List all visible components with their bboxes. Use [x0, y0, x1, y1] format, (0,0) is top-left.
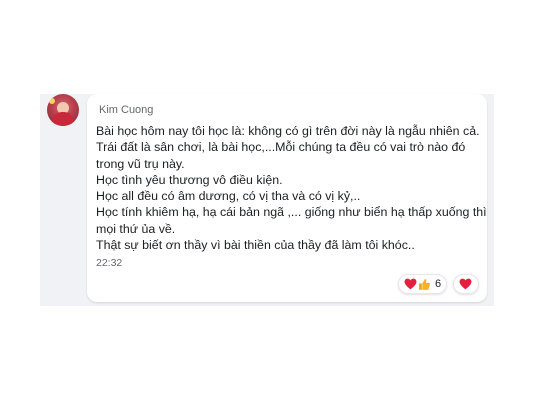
message-line: Học tính khiêm hạ, hạ cái bản ngã ,... g…	[96, 205, 487, 220]
author-name[interactable]: Kim Cuong	[99, 104, 153, 116]
message-line: Trái đất là sân chơi, là bài học,...Mỗi …	[96, 140, 466, 155]
message-line: Học tình yêu thương vô điều kiện.	[96, 172, 283, 187]
avatar[interactable]	[47, 94, 79, 126]
avatar-body	[52, 112, 74, 126]
comment-bubble[interactable]: Kim Cuong Bài học hôm nay tôi học là: kh…	[87, 94, 487, 302]
reactions-summary[interactable]: 6	[398, 274, 448, 294]
like-icon	[419, 278, 430, 290]
timestamp: 22:32	[96, 257, 123, 269]
avatar-decoration	[49, 98, 55, 104]
chat-page: Kim Cuong Bài học hôm nay tôi học là: kh…	[0, 0, 533, 400]
heart-icon	[459, 278, 472, 290]
message-line: mọi thứ ủa về.	[96, 221, 176, 236]
message-line: Thật sự biết ơn thầy vì bài thiền của th…	[96, 238, 415, 253]
my-reaction-button[interactable]	[453, 274, 479, 294]
message-line: trong vũ trụ này.	[96, 156, 185, 171]
heart-icon	[404, 278, 417, 290]
message-line: Bài học hôm nay tôi học là: không có gì …	[96, 124, 480, 138]
message-line: Học all đều có âm dương, có vị tha và có…	[96, 189, 361, 204]
reaction-count: 6	[435, 278, 442, 290]
message-text: Bài học hôm nay tôi học là: không có gì …	[96, 123, 487, 253]
